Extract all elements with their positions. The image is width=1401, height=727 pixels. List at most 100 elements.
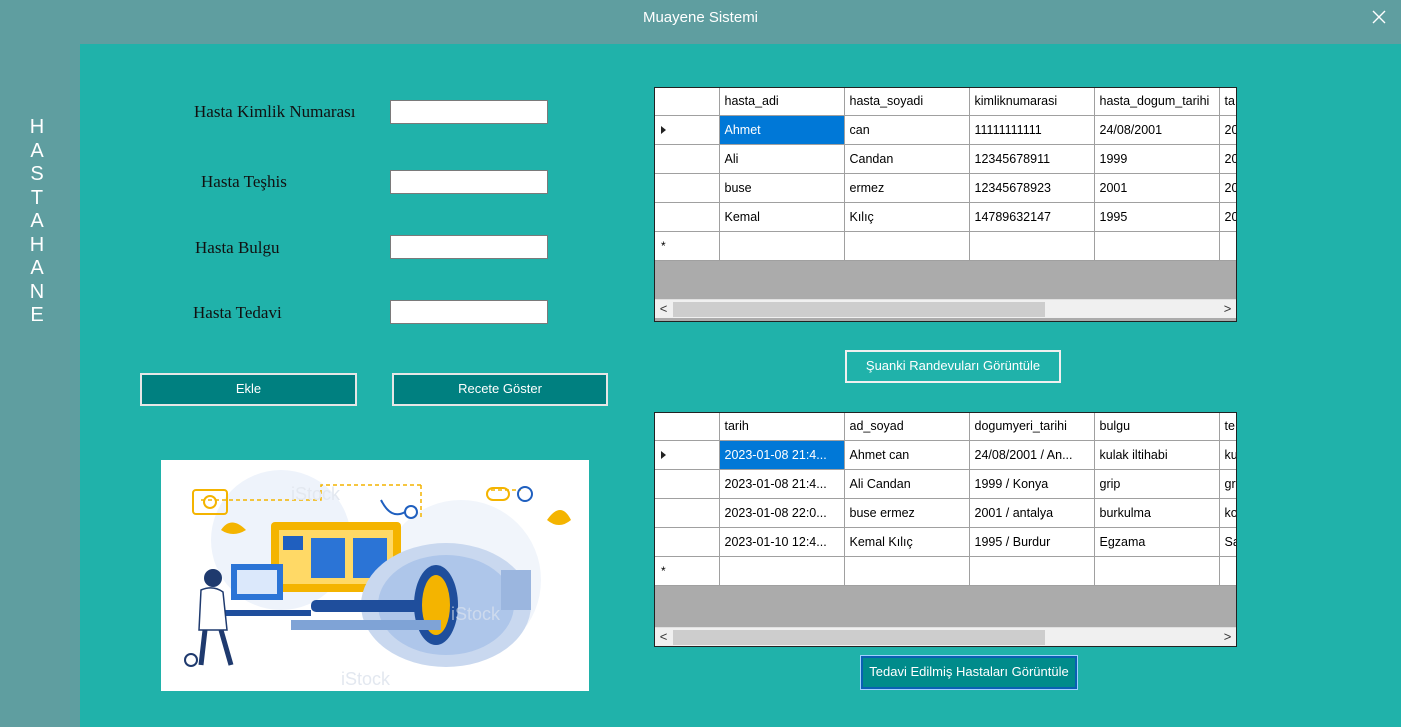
table-cell[interactable]	[844, 231, 970, 261]
table-cell[interactable]: Ahmet	[719, 115, 845, 145]
scroll-left-icon[interactable]: <	[655, 628, 672, 646]
table-cell[interactable]: 12345678911	[969, 144, 1095, 174]
treated-patients-grid[interactable]: tarih ad_soyad dogumyeri_tarihi bulgu te…	[654, 412, 1237, 647]
column-header[interactable]: ad_soyad	[844, 413, 970, 441]
table-cell[interactable]: 24/08/2001	[1094, 115, 1220, 145]
horizontal-scrollbar[interactable]: < >	[655, 627, 1236, 646]
show-appointments-button[interactable]: Şuanki Randevuları Görüntüle	[845, 350, 1061, 383]
kimlik-input[interactable]	[390, 100, 548, 124]
table-cell[interactable]	[1219, 231, 1236, 261]
table-row[interactable]: Ahmet can 11111111111 24/08/2001 20	[655, 115, 1236, 145]
table-row[interactable]: 2023-01-08 21:4... Ahmet can 24/08/2001 …	[655, 440, 1236, 470]
row-header[interactable]	[655, 440, 720, 470]
table-cell[interactable]: 2023-01-08 22:0...	[719, 498, 845, 528]
column-header[interactable]: dogumyeri_tarihi	[969, 413, 1095, 441]
table-cell[interactable]: can	[844, 115, 970, 145]
column-header[interactable]: hasta_soyadi	[844, 88, 970, 116]
table-cell[interactable]	[1219, 556, 1236, 586]
table-cell[interactable]: Egzama	[1094, 527, 1220, 557]
table-row[interactable]: 2023-01-10 12:4... Kemal Kılıç 1995 / Bu…	[655, 527, 1236, 557]
table-cell[interactable]: 2023-01-10 12:4...	[719, 527, 845, 557]
scroll-left-icon[interactable]: <	[655, 300, 672, 319]
table-row[interactable]: Ali Candan 12345678911 1999 20	[655, 144, 1236, 174]
row-header[interactable]	[655, 469, 720, 499]
table-cell[interactable]: 2023-01-08 21:4...	[719, 469, 845, 499]
table-cell[interactable]: burkulma	[1094, 498, 1220, 528]
table-row[interactable]: 2023-01-08 21:4... Ali Candan 1999 / Kon…	[655, 469, 1236, 499]
table-cell[interactable]: ku	[1219, 440, 1236, 470]
horizontal-scrollbar[interactable]: < >	[655, 299, 1236, 318]
row-header[interactable]	[655, 498, 720, 528]
tedavi-input[interactable]	[390, 300, 548, 324]
table-cell[interactable]: 12345678923	[969, 173, 1095, 203]
table-cell[interactable]	[1094, 556, 1220, 586]
table-cell[interactable]: Kemal Kılıç	[844, 527, 970, 557]
column-header[interactable]: te	[1219, 413, 1236, 441]
table-cell[interactable]: Kemal	[719, 202, 845, 232]
bulgu-input[interactable]	[390, 235, 548, 259]
table-cell[interactable]: 14789632147	[969, 202, 1095, 232]
table-cell[interactable]: 2001	[1094, 173, 1220, 203]
show-treated-patients-button[interactable]: Tedavi Edilmiş Hastaları Görüntüle	[860, 655, 1078, 690]
table-cell[interactable]: 2023-01-08 21:4...	[719, 440, 845, 470]
table-cell[interactable]	[969, 556, 1095, 586]
table-row[interactable]: Kemal Kılıç 14789632147 1995 20	[655, 202, 1236, 232]
scroll-right-icon[interactable]: >	[1219, 300, 1236, 319]
table-cell[interactable]: Ali	[719, 144, 845, 174]
table-cell[interactable]: 20	[1219, 115, 1236, 145]
recete-goster-button[interactable]: Recete Göster	[392, 373, 608, 406]
table-cell[interactable]: Ali Candan	[844, 469, 970, 499]
table-cell[interactable]: 20	[1219, 173, 1236, 203]
table-cell[interactable]	[719, 556, 845, 586]
table-cell[interactable]: Sa	[1219, 527, 1236, 557]
table-cell[interactable]: kulak iltihabi	[1094, 440, 1220, 470]
current-row-icon	[661, 126, 666, 135]
patients-grid[interactable]: hasta_adi hasta_soyadi kimliknumarasi ha…	[654, 87, 1237, 322]
table-cell[interactable]: Candan	[844, 144, 970, 174]
column-header[interactable]: ta	[1219, 88, 1236, 116]
column-header[interactable]: tarih	[719, 413, 845, 441]
table-cell[interactable]	[969, 231, 1095, 261]
table-cell[interactable]: 1995	[1094, 202, 1220, 232]
row-header[interactable]	[655, 527, 720, 557]
row-header[interactable]	[655, 202, 720, 232]
table-row[interactable]: buse ermez 12345678923 2001 20	[655, 173, 1236, 203]
table-cell[interactable]: Kılıç	[844, 202, 970, 232]
row-header[interactable]	[655, 144, 720, 174]
column-header[interactable]: bulgu	[1094, 413, 1220, 441]
close-icon[interactable]	[1366, 5, 1392, 31]
row-header[interactable]	[655, 173, 720, 203]
row-header[interactable]: *	[655, 556, 720, 586]
table-cell[interactable]: 20	[1219, 202, 1236, 232]
ekle-button[interactable]: Ekle	[140, 373, 357, 406]
scroll-thumb[interactable]	[673, 630, 1045, 645]
column-header[interactable]: hasta_adi	[719, 88, 845, 116]
scroll-thumb[interactable]	[673, 302, 1045, 317]
table-cell[interactable]: buse	[719, 173, 845, 203]
row-header[interactable]	[655, 115, 720, 145]
table-cell[interactable]: Ahmet can	[844, 440, 970, 470]
table-cell[interactable]: buse ermez	[844, 498, 970, 528]
table-cell[interactable]: grip	[1094, 469, 1220, 499]
row-header[interactable]: *	[655, 231, 720, 261]
table-cell[interactable]	[844, 556, 970, 586]
new-row[interactable]: *	[655, 231, 1236, 261]
teshis-input[interactable]	[390, 170, 548, 194]
table-cell[interactable]: 2001 / antalya	[969, 498, 1095, 528]
table-cell[interactable]: gri	[1219, 469, 1236, 499]
table-cell[interactable]: 20	[1219, 144, 1236, 174]
table-cell[interactable]: ko	[1219, 498, 1236, 528]
column-header[interactable]: hasta_dogum_tarihi	[1094, 88, 1220, 116]
table-cell[interactable]: 24/08/2001 / An...	[969, 440, 1095, 470]
table-cell[interactable]: 1999 / Konya	[969, 469, 1095, 499]
scroll-right-icon[interactable]: >	[1219, 628, 1236, 646]
table-cell[interactable]	[719, 231, 845, 261]
column-header[interactable]: kimliknumarasi	[969, 88, 1095, 116]
table-cell[interactable]: 11111111111	[969, 115, 1095, 145]
table-cell[interactable]: 1999	[1094, 144, 1220, 174]
table-cell[interactable]	[1094, 231, 1220, 261]
table-cell[interactable]: 1995 / Burdur	[969, 527, 1095, 557]
table-cell[interactable]: ermez	[844, 173, 970, 203]
new-row[interactable]: *	[655, 556, 1236, 586]
table-row[interactable]: 2023-01-08 22:0... buse ermez 2001 / ant…	[655, 498, 1236, 528]
